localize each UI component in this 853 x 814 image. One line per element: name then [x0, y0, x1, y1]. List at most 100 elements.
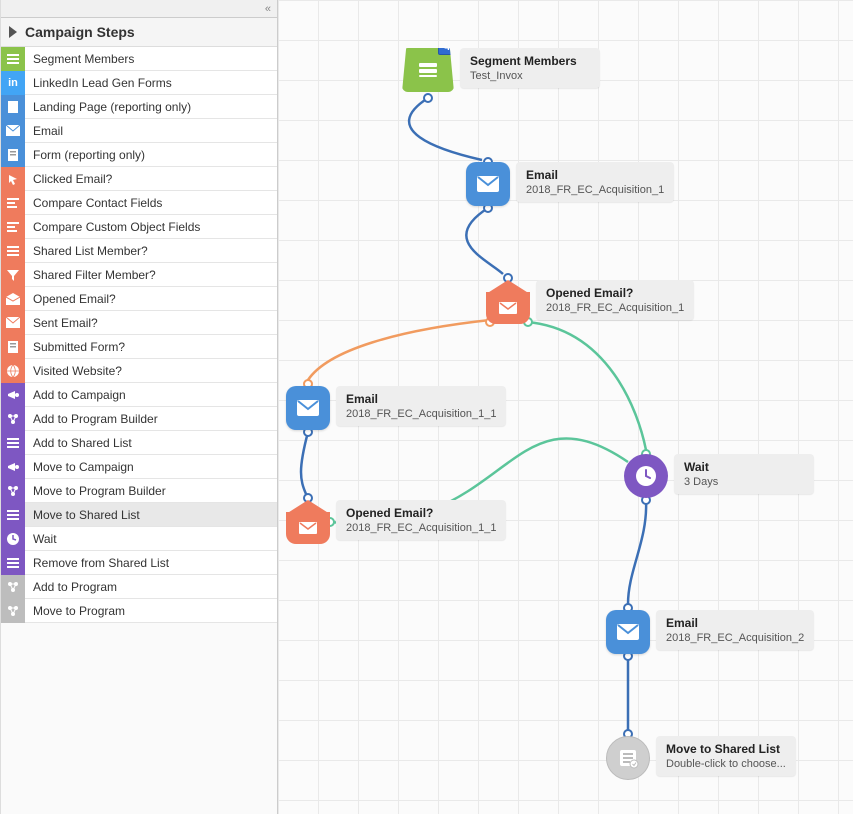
sidebar-item-label: Add to Shared List — [25, 436, 132, 450]
sidebar-item[interactable]: Form (reporting only) — [1, 143, 277, 167]
sidebar-item[interactable]: Remove from Shared List — [1, 551, 277, 575]
program-icon — [1, 575, 25, 599]
sidebar-item-label: Visited Website? — [25, 364, 122, 378]
list-icon — [1, 47, 25, 71]
sidebar-item-label: Shared List Member? — [25, 244, 148, 258]
node-opened-email-1[interactable]: Opened Email? 2018_FR_EC_Acquisition_1 — [486, 280, 694, 324]
mail-icon — [606, 610, 650, 654]
segment-icon: 4 — [402, 48, 454, 92]
sidebar-header[interactable]: Campaign Steps — [1, 18, 277, 47]
sidebar-item[interactable]: Shared Filter Member? — [1, 263, 277, 287]
sidebar-item-label: Clicked Email? — [25, 172, 112, 186]
node-label: Email 2018_FR_EC_Acquisition_1_1 — [336, 386, 506, 426]
node-email-1-1[interactable]: Email 2018_FR_EC_Acquisition_1_1 — [286, 386, 506, 430]
node-label: Opened Email? 2018_FR_EC_Acquisition_1 — [536, 280, 694, 320]
sidebar-item[interactable]: inLinkedIn Lead Gen Forms — [1, 71, 277, 95]
sidebar-item-label: Remove from Shared List — [25, 556, 169, 570]
sentmail-icon — [1, 311, 25, 335]
sidebar-item[interactable]: Segment Members — [1, 47, 277, 71]
campaign-canvas[interactable]: 4 Segment Members Test_Invox Email 2018_… — [278, 0, 853, 814]
sidebar-item[interactable]: Move to Campaign — [1, 455, 277, 479]
sidebar-item[interactable]: Clicked Email? — [1, 167, 277, 191]
sidebar-title: Campaign Steps — [25, 24, 135, 40]
segment-badge: 4 — [438, 40, 456, 55]
node-wait[interactable]: Wait 3 Days — [624, 454, 814, 498]
sidebar-item-label: Wait — [25, 532, 57, 546]
sidebar-item-label: Email — [25, 124, 63, 138]
sidebar-item-label: Move to Program — [25, 604, 125, 618]
globe-icon — [1, 359, 25, 383]
sidebar-item[interactable]: Compare Contact Fields — [1, 191, 277, 215]
sidebar-item-label: Move to Program Builder — [25, 484, 166, 498]
sidebar-item[interactable]: Move to Shared List — [1, 503, 277, 527]
sidebar-item[interactable]: Add to Campaign — [1, 383, 277, 407]
expand-triangle-icon — [9, 26, 17, 38]
openmail-icon — [1, 287, 25, 311]
program-icon — [1, 479, 25, 503]
node-label: Wait 3 Days — [674, 454, 814, 494]
sidebar-item[interactable]: Wait — [1, 527, 277, 551]
node-label: Email 2018_FR_EC_Acquisition_2 — [656, 610, 814, 650]
page-icon — [1, 95, 25, 119]
sidebar-item-label: Add to Program — [25, 580, 117, 594]
campaign-icon — [1, 455, 25, 479]
collapse-bar[interactable]: « — [1, 0, 277, 18]
sidebar: « Campaign Steps Segment MembersinLinked… — [0, 0, 278, 814]
sidebar-item-label: Submitted Form? — [25, 340, 125, 354]
sidebar-item-label: Landing Page (reporting only) — [25, 100, 191, 114]
sidebar-item[interactable]: Visited Website? — [1, 359, 277, 383]
program-icon — [1, 407, 25, 431]
sidebar-item-label: Add to Campaign — [25, 388, 126, 402]
sidebar-item-label: Compare Contact Fields — [25, 196, 162, 210]
node-move-to-shared-list[interactable]: Move to Shared List Double-click to choo… — [606, 736, 796, 780]
sidebar-item-label: Opened Email? — [25, 292, 116, 306]
mail-icon — [286, 386, 330, 430]
clock-icon — [1, 527, 25, 551]
in-icon: in — [1, 71, 25, 95]
sidebar-item-label: Shared Filter Member? — [25, 268, 156, 282]
node-email-2[interactable]: Email 2018_FR_EC_Acquisition_2 — [606, 610, 814, 654]
form-icon — [1, 335, 25, 359]
list-icon — [1, 503, 25, 527]
mail-icon — [1, 119, 25, 143]
sidebar-item-label: Move to Campaign — [25, 460, 134, 474]
opened-mail-icon — [486, 280, 530, 324]
sidebar-item[interactable]: Compare Custom Object Fields — [1, 215, 277, 239]
program-icon — [1, 599, 25, 623]
sidebar-list: Segment MembersinLinkedIn Lead Gen Forms… — [1, 47, 277, 623]
mail-icon — [466, 162, 510, 206]
sidebar-item[interactable]: Add to Program Builder — [1, 407, 277, 431]
sidebar-item[interactable]: Add to Program — [1, 575, 277, 599]
node-segment-members[interactable]: 4 Segment Members Test_Invox — [402, 48, 600, 92]
sidebar-item-label: LinkedIn Lead Gen Forms — [25, 76, 172, 90]
sidebar-item[interactable]: Shared List Member? — [1, 239, 277, 263]
compare-icon — [1, 191, 25, 215]
sidebar-item-label: Segment Members — [25, 52, 134, 66]
sidebar-item[interactable]: Add to Shared List — [1, 431, 277, 455]
sidebar-item[interactable]: Submitted Form? — [1, 335, 277, 359]
sidebar-item[interactable]: Move to Program Builder — [1, 479, 277, 503]
sidebar-item-label: Compare Custom Object Fields — [25, 220, 200, 234]
sidebar-item-label: Form (reporting only) — [25, 148, 145, 162]
click-icon — [1, 167, 25, 191]
sidebar-item[interactable]: Email — [1, 119, 277, 143]
list-icon — [1, 551, 25, 575]
sidebar-item-label: Move to Shared List — [25, 508, 140, 522]
node-label: Email 2018_FR_EC_Acquisition_1 — [516, 162, 674, 202]
node-email-1[interactable]: Email 2018_FR_EC_Acquisition_1 — [466, 162, 674, 206]
sidebar-item-label: Sent Email? — [25, 316, 98, 330]
shared-list-icon — [606, 736, 650, 780]
sidebar-item[interactable]: Sent Email? — [1, 311, 277, 335]
sidebar-item[interactable]: Move to Program — [1, 599, 277, 623]
node-opened-email-1-1[interactable]: Opened Email? 2018_FR_EC_Acquisition_1_1 — [286, 500, 506, 544]
collapse-icon: « — [265, 3, 271, 15]
node-label: Move to Shared List Double-click to choo… — [656, 736, 796, 776]
node-label: Segment Members Test_Invox — [460, 48, 600, 88]
sidebar-item[interactable]: Landing Page (reporting only) — [1, 95, 277, 119]
opened-mail-icon — [286, 500, 330, 544]
node-label: Opened Email? 2018_FR_EC_Acquisition_1_1 — [336, 500, 506, 540]
list-icon — [1, 431, 25, 455]
campaign-icon — [1, 383, 25, 407]
form-icon — [1, 143, 25, 167]
sidebar-item[interactable]: Opened Email? — [1, 287, 277, 311]
